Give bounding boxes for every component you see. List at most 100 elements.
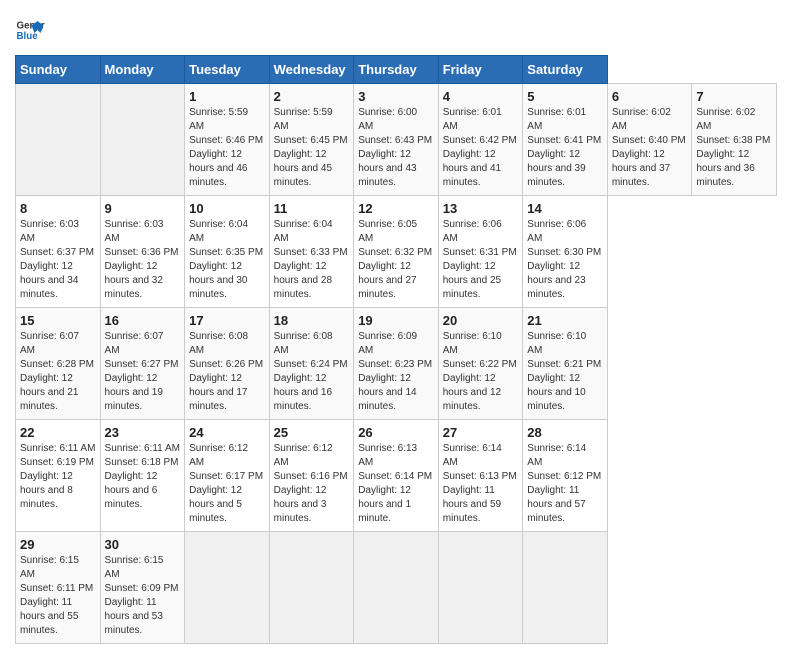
day-info: Sunrise: 6:11 AM Sunset: 6:18 PM Dayligh… — [105, 442, 181, 512]
weekday-header-thursday: Thursday — [354, 56, 439, 84]
day-info: Sunrise: 6:03 AM Sunset: 6:36 PM Dayligh… — [105, 218, 181, 302]
day-info: Sunrise: 6:13 AM Sunset: 6:14 PM Dayligh… — [358, 442, 434, 526]
day-number: 3 — [358, 89, 434, 104]
day-info: Sunrise: 6:02 AM Sunset: 6:40 PM Dayligh… — [612, 106, 688, 190]
calendar-cell: 4 Sunrise: 6:01 AM Sunset: 6:42 PM Dayli… — [438, 84, 523, 196]
day-info: Sunrise: 6:08 AM Sunset: 6:24 PM Dayligh… — [274, 330, 350, 414]
day-number: 30 — [105, 537, 181, 552]
day-number: 16 — [105, 313, 181, 328]
day-number: 6 — [612, 89, 688, 104]
calendar-cell — [269, 532, 354, 644]
calendar-week-2: 8 Sunrise: 6:03 AM Sunset: 6:37 PM Dayli… — [16, 196, 777, 308]
day-info: Sunrise: 6:10 AM Sunset: 6:21 PM Dayligh… — [527, 330, 603, 414]
calendar-cell: 22 Sunrise: 6:11 AM Sunset: 6:19 PM Dayl… — [16, 420, 101, 532]
day-info: Sunrise: 6:07 AM Sunset: 6:28 PM Dayligh… — [20, 330, 96, 414]
day-info: Sunrise: 5:59 AM Sunset: 6:45 PM Dayligh… — [274, 106, 350, 190]
day-number: 14 — [527, 201, 603, 216]
calendar-cell: 11 Sunrise: 6:04 AM Sunset: 6:33 PM Dayl… — [269, 196, 354, 308]
calendar-cell: 1 Sunrise: 5:59 AM Sunset: 6:46 PM Dayli… — [185, 84, 270, 196]
calendar-cell: 30 Sunrise: 6:15 AM Sunset: 6:09 PM Dayl… — [100, 532, 185, 644]
calendar-cell: 8 Sunrise: 6:03 AM Sunset: 6:37 PM Dayli… — [16, 196, 101, 308]
day-info: Sunrise: 6:11 AM Sunset: 6:19 PM Dayligh… — [20, 442, 96, 512]
calendar-cell — [185, 532, 270, 644]
day-info: Sunrise: 6:09 AM Sunset: 6:23 PM Dayligh… — [358, 330, 434, 414]
day-info: Sunrise: 6:10 AM Sunset: 6:22 PM Dayligh… — [443, 330, 519, 414]
day-info: Sunrise: 6:12 AM Sunset: 6:17 PM Dayligh… — [189, 442, 265, 526]
day-number: 19 — [358, 313, 434, 328]
calendar-cell: 18 Sunrise: 6:08 AM Sunset: 6:24 PM Dayl… — [269, 308, 354, 420]
day-info: Sunrise: 6:15 AM Sunset: 6:09 PM Dayligh… — [105, 554, 181, 638]
calendar-cell: 10 Sunrise: 6:04 AM Sunset: 6:35 PM Dayl… — [185, 196, 270, 308]
calendar-week-5: 29 Sunrise: 6:15 AM Sunset: 6:11 PM Dayl… — [16, 532, 777, 644]
day-number: 23 — [105, 425, 181, 440]
day-number: 9 — [105, 201, 181, 216]
calendar-cell: 26 Sunrise: 6:13 AM Sunset: 6:14 PM Dayl… — [354, 420, 439, 532]
weekday-header-monday: Monday — [100, 56, 185, 84]
day-number: 2 — [274, 89, 350, 104]
day-number: 21 — [527, 313, 603, 328]
calendar-cell: 20 Sunrise: 6:10 AM Sunset: 6:22 PM Dayl… — [438, 308, 523, 420]
calendar-cell: 16 Sunrise: 6:07 AM Sunset: 6:27 PM Dayl… — [100, 308, 185, 420]
day-number: 4 — [443, 89, 519, 104]
day-number: 24 — [189, 425, 265, 440]
calendar-cell: 14 Sunrise: 6:06 AM Sunset: 6:30 PM Dayl… — [523, 196, 608, 308]
day-info: Sunrise: 6:06 AM Sunset: 6:31 PM Dayligh… — [443, 218, 519, 302]
calendar-cell: 23 Sunrise: 6:11 AM Sunset: 6:18 PM Dayl… — [100, 420, 185, 532]
calendar-week-1: 1 Sunrise: 5:59 AM Sunset: 6:46 PM Dayli… — [16, 84, 777, 196]
day-number: 20 — [443, 313, 519, 328]
calendar-cell: 13 Sunrise: 6:06 AM Sunset: 6:31 PM Dayl… — [438, 196, 523, 308]
day-number: 28 — [527, 425, 603, 440]
weekday-header-tuesday: Tuesday — [185, 56, 270, 84]
calendar-cell: 6 Sunrise: 6:02 AM Sunset: 6:40 PM Dayli… — [607, 84, 692, 196]
day-info: Sunrise: 6:15 AM Sunset: 6:11 PM Dayligh… — [20, 554, 96, 638]
calendar-cell — [100, 84, 185, 196]
day-info: Sunrise: 6:14 AM Sunset: 6:12 PM Dayligh… — [527, 442, 603, 526]
day-info: Sunrise: 6:01 AM Sunset: 6:42 PM Dayligh… — [443, 106, 519, 190]
calendar-cell: 24 Sunrise: 6:12 AM Sunset: 6:17 PM Dayl… — [185, 420, 270, 532]
day-info: Sunrise: 6:04 AM Sunset: 6:35 PM Dayligh… — [189, 218, 265, 302]
day-info: Sunrise: 6:14 AM Sunset: 6:13 PM Dayligh… — [443, 442, 519, 526]
day-number: 8 — [20, 201, 96, 216]
day-info: Sunrise: 5:59 AM Sunset: 6:46 PM Dayligh… — [189, 106, 265, 190]
calendar-header: SundayMondayTuesdayWednesdayThursdayFrid… — [16, 56, 777, 84]
page-header: General Blue — [15, 15, 777, 45]
day-number: 7 — [696, 89, 772, 104]
calendar-cell: 5 Sunrise: 6:01 AM Sunset: 6:41 PM Dayli… — [523, 84, 608, 196]
day-number: 29 — [20, 537, 96, 552]
calendar-cell: 7 Sunrise: 6:02 AM Sunset: 6:38 PM Dayli… — [692, 84, 777, 196]
day-number: 17 — [189, 313, 265, 328]
calendar-cell: 9 Sunrise: 6:03 AM Sunset: 6:36 PM Dayli… — [100, 196, 185, 308]
day-number: 22 — [20, 425, 96, 440]
day-number: 5 — [527, 89, 603, 104]
day-info: Sunrise: 6:07 AM Sunset: 6:27 PM Dayligh… — [105, 330, 181, 414]
weekday-header-saturday: Saturday — [523, 56, 608, 84]
day-info: Sunrise: 6:03 AM Sunset: 6:37 PM Dayligh… — [20, 218, 96, 302]
calendar-cell: 2 Sunrise: 5:59 AM Sunset: 6:45 PM Dayli… — [269, 84, 354, 196]
calendar-cell — [16, 84, 101, 196]
calendar-cell: 17 Sunrise: 6:08 AM Sunset: 6:26 PM Dayl… — [185, 308, 270, 420]
calendar-cell: 27 Sunrise: 6:14 AM Sunset: 6:13 PM Dayl… — [438, 420, 523, 532]
calendar-cell — [438, 532, 523, 644]
day-info: Sunrise: 6:01 AM Sunset: 6:41 PM Dayligh… — [527, 106, 603, 190]
svg-text:Blue: Blue — [17, 31, 39, 42]
day-number: 12 — [358, 201, 434, 216]
day-number: 10 — [189, 201, 265, 216]
day-number: 15 — [20, 313, 96, 328]
calendar-cell: 19 Sunrise: 6:09 AM Sunset: 6:23 PM Dayl… — [354, 308, 439, 420]
calendar-cell: 25 Sunrise: 6:12 AM Sunset: 6:16 PM Dayl… — [269, 420, 354, 532]
day-number: 11 — [274, 201, 350, 216]
day-number: 26 — [358, 425, 434, 440]
calendar-cell: 15 Sunrise: 6:07 AM Sunset: 6:28 PM Dayl… — [16, 308, 101, 420]
day-info: Sunrise: 6:05 AM Sunset: 6:32 PM Dayligh… — [358, 218, 434, 302]
calendar-week-4: 22 Sunrise: 6:11 AM Sunset: 6:19 PM Dayl… — [16, 420, 777, 532]
calendar-cell — [354, 532, 439, 644]
day-info: Sunrise: 6:02 AM Sunset: 6:38 PM Dayligh… — [696, 106, 772, 190]
day-info: Sunrise: 6:06 AM Sunset: 6:30 PM Dayligh… — [527, 218, 603, 302]
calendar-cell: 29 Sunrise: 6:15 AM Sunset: 6:11 PM Dayl… — [16, 532, 101, 644]
day-info: Sunrise: 6:00 AM Sunset: 6:43 PM Dayligh… — [358, 106, 434, 190]
calendar-table: SundayMondayTuesdayWednesdayThursdayFrid… — [15, 55, 777, 644]
day-number: 1 — [189, 89, 265, 104]
calendar-week-3: 15 Sunrise: 6:07 AM Sunset: 6:28 PM Dayl… — [16, 308, 777, 420]
day-info: Sunrise: 6:08 AM Sunset: 6:26 PM Dayligh… — [189, 330, 265, 414]
day-number: 25 — [274, 425, 350, 440]
